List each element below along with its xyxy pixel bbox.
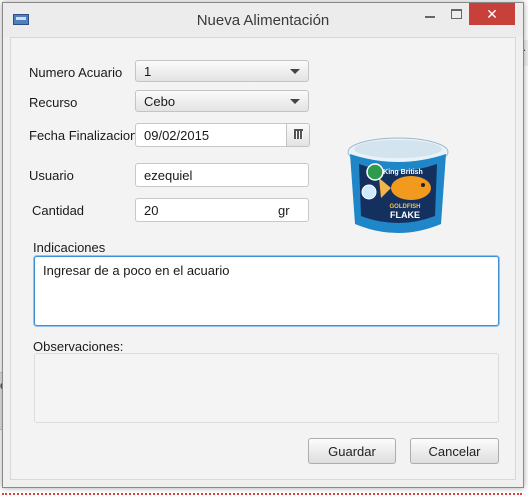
cantidad-unit: gr <box>278 203 290 218</box>
observaciones-textarea[interactable] <box>34 353 499 423</box>
acuario-select[interactable]: 1 <box>135 60 309 82</box>
minimize-button[interactable] <box>417 3 443 25</box>
product-image: King British GOLDFISH FLAKE <box>347 137 449 233</box>
calendar-icon <box>294 129 303 139</box>
product-lid-top <box>354 140 442 158</box>
goldfish-eye <box>421 183 425 187</box>
maximize-icon <box>450 9 462 19</box>
nueva-alimentacion-dialog: Nueva Alimentación ✕ Numero Acuario 1 Re… <box>2 2 524 488</box>
product-brand: King British <box>383 169 423 176</box>
fecha-value: 09/02/2015 <box>144 128 210 143</box>
indicaciones-textarea[interactable]: Ingresar de a poco en el acuario <box>34 256 499 326</box>
product-line2: FLAKE <box>390 210 420 220</box>
close-button[interactable]: ✕ <box>469 3 515 25</box>
chevron-down-icon <box>290 69 300 74</box>
acuario-label: Numero Acuario <box>29 65 123 80</box>
recurso-select[interactable]: Cebo <box>135 90 309 112</box>
goldfish <box>391 176 431 200</box>
indicaciones-value: Ingresar de a poco en el acuario <box>43 263 230 278</box>
form-content: Numero Acuario 1 Recurso Cebo Fecha Fina… <box>10 37 516 480</box>
acuario-value: 1 <box>144 64 152 79</box>
fecha-input[interactable]: 09/02/2015 <box>135 123 287 147</box>
usuario-value: ezequiel <box>144 168 193 183</box>
date-picker-button[interactable] <box>286 123 310 147</box>
close-icon: ✕ <box>486 5 498 22</box>
maximize-button[interactable] <box>443 3 469 25</box>
product-seal-icon <box>361 184 377 200</box>
observaciones-label: Observaciones: <box>33 339 124 354</box>
indicaciones-label: Indicaciones <box>33 240 106 255</box>
cantidad-label: Cantidad <box>32 203 85 218</box>
usuario-input[interactable]: ezequiel <box>135 163 309 187</box>
guardar-button[interactable]: Guardar <box>308 438 396 464</box>
cantidad-value: 20 <box>144 203 159 218</box>
chevron-down-icon <box>290 99 300 104</box>
title-bar[interactable]: Nueva Alimentación ✕ <box>3 3 523 37</box>
recurso-value: Cebo <box>144 94 176 109</box>
minimize-icon <box>425 16 435 18</box>
recurso-label: Recurso <box>29 95 78 110</box>
usuario-label: Usuario <box>29 168 74 183</box>
cancelar-button[interactable]: Cancelar <box>410 438 499 464</box>
product-badge-icon <box>366 163 384 181</box>
fecha-label: Fecha Finalizacion <box>29 128 138 143</box>
